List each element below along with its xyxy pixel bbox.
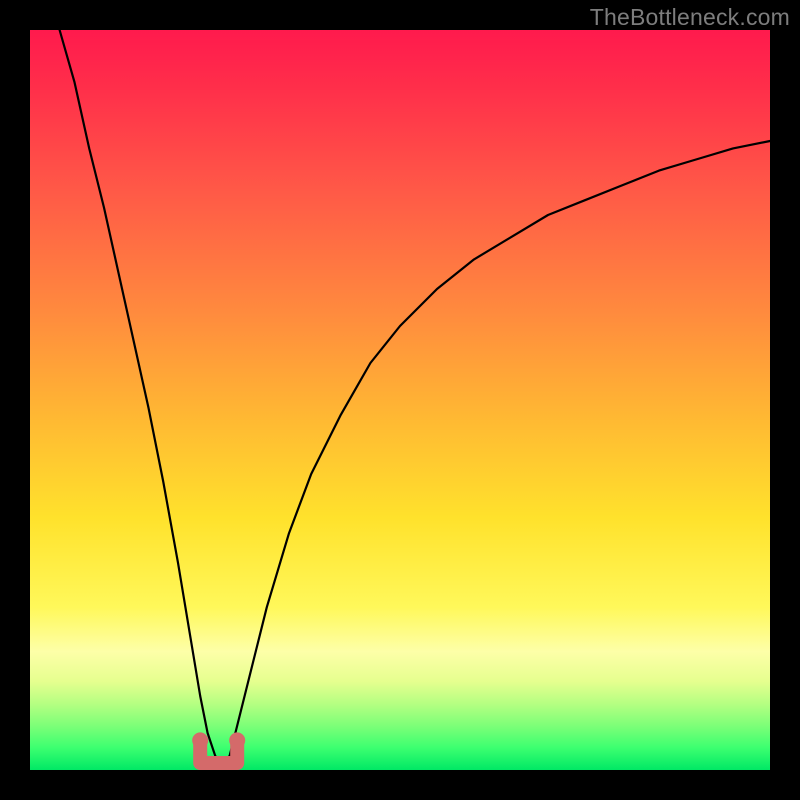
chart-svg: [30, 30, 770, 770]
optimal-end-dot-right: [229, 732, 245, 748]
bottleneck-curve: [60, 30, 770, 770]
watermark-label: TheBottleneck.com: [590, 4, 790, 31]
chart-plot-area: [30, 30, 770, 770]
optimal-end-dot-left: [192, 732, 208, 748]
chart-frame: TheBottleneck.com: [0, 0, 800, 800]
